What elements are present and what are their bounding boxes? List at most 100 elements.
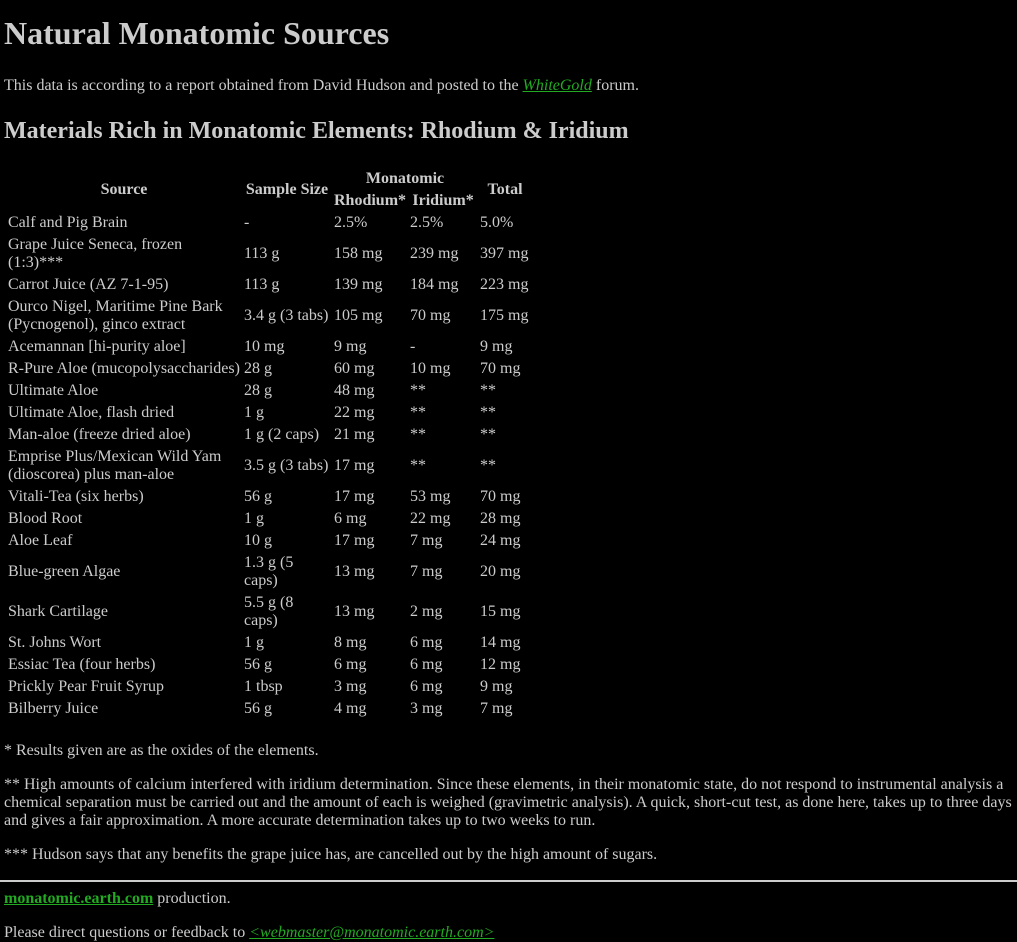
header-sample-size: Sample Size — [245, 181, 329, 198]
cell-sample-size: 113 g — [244, 245, 280, 262]
cell-rhodium: 48 mg — [334, 382, 375, 399]
table-row: Acemannan [hi-purity aloe] 10 mg 9 mg - 9 mg — [7, 337, 531, 357]
cell-source: Ultimate Aloe — [7, 381, 241, 401]
cell-total: 12 mg — [480, 656, 521, 673]
cell-total: 20 mg — [480, 563, 521, 580]
cell-rhodium: 17 mg — [334, 488, 375, 505]
cell-source-line: Ultimate Aloe — [8, 382, 99, 399]
cell-rhodium: 105 mg — [334, 307, 383, 324]
cell-iridium: ** — [410, 457, 427, 474]
table-row: Prickly Pear Fruit Syrup 1 tbsp 3 mg 6 mg 9 … — [7, 677, 531, 697]
cell-total: 15 mg — [480, 603, 521, 620]
cell-source: Acemannan [hi-purity aloe] — [7, 337, 241, 357]
table-row: Blood Root 1 g 6 mg 22 mg 28 mg — [7, 509, 531, 529]
cell-source: Carrot Juice (AZ 7-1-95) — [7, 275, 241, 295]
cell-source-line: Man-aloe (freeze dried aloe) — [8, 426, 191, 443]
webmaster-email-link[interactable]: <webmaster@monatomic.earth.com> — [249, 924, 494, 941]
cell-rhodium: 6 mg — [334, 656, 367, 673]
cell-source: Emprise Plus/Mexican Wild Yam (dioscorea)… — [7, 447, 241, 485]
cell-source: Aloe Leaf — [7, 531, 241, 551]
cell-sample-size: 56 g — [244, 488, 272, 505]
table-row: Bilberry Juice 56 g 4 mg 3 mg 7 mg — [7, 699, 531, 719]
cell-source-line: Ultimate Aloe, flash dried — [8, 404, 175, 421]
whitegold-forum-link[interactable]: WhiteGold — [523, 77, 592, 94]
cell-source-line: R-Pure Aloe (mucopolysaccharides) — [8, 360, 240, 377]
cell-iridium: 2.5% — [410, 214, 444, 231]
cell-source: Ultimate Aloe, flash dried — [7, 403, 241, 423]
cell-rhodium: 21 mg — [334, 426, 375, 443]
footer-contact: Please direct questions or feedback to <… — [4, 924, 1017, 942]
cell-sample-size: 3.5 g (3 tabs) — [244, 457, 329, 474]
cell-source: Man-aloe (freeze dried aloe) — [7, 425, 241, 445]
cell-source: Essiac Tea (four herbs) — [7, 655, 241, 675]
cell-total: ** — [480, 457, 497, 474]
cell-iridium: 3 mg — [410, 700, 443, 717]
cell-iridium: 7 mg — [410, 532, 443, 549]
cell-total: 223 mg — [480, 276, 529, 293]
cell-source-line: Carrot Juice (AZ 7-1-95) — [8, 276, 169, 293]
notes: * Results given are as the oxides of the… — [4, 742, 1017, 864]
cell-rhodium: 4 mg — [334, 700, 367, 717]
cell-rhodium: 2.5% — [334, 214, 368, 231]
header-total: Total — [487, 181, 523, 198]
cell-iridium: 184 mg — [410, 276, 459, 293]
cell-total: ** — [480, 426, 497, 443]
page: Natural Monatomic Sources This data is a… — [0, 15, 1017, 942]
cell-sample-size: 10 g — [244, 532, 272, 549]
cell-source: Bilberry Juice — [7, 699, 241, 719]
table-row: Blue-green Algae 1.3 g (5 caps) 13 mg 7 mg 2… — [7, 553, 531, 591]
cell-source-line: Aloe Leaf — [8, 532, 73, 549]
cell-sample-size: 1 g (2 caps) — [244, 426, 320, 443]
cell-iridium: 10 mg — [410, 360, 451, 377]
cell-rhodium: 13 mg — [334, 603, 375, 620]
cell-source: Vitali-Tea (six herbs) — [7, 487, 241, 507]
cell-source-line: Acemannan [hi-purity aloe] — [8, 338, 186, 355]
cell-iridium: 7 mg — [410, 563, 443, 580]
cell-total: 70 mg — [480, 360, 521, 377]
cell-source-line: Blue-green Algae — [8, 563, 121, 580]
site-link[interactable]: monatomic.earth.com — [4, 890, 153, 907]
cell-source-line: Blood Root — [8, 510, 83, 527]
cell-total: 14 mg — [480, 634, 521, 651]
cell-sample-size: 28 g — [244, 382, 272, 399]
section-title: Materials Rich in Monatomic Elements: Rh… — [4, 118, 629, 144]
cell-total: 175 mg — [480, 307, 529, 324]
header-rhodium: Rhodium* — [334, 192, 407, 209]
cell-source: R-Pure Aloe (mucopolysaccharides) — [7, 359, 241, 379]
cell-sample-size: 3.4 g (3 tabs) — [244, 307, 329, 324]
site-suffix: production. — [153, 890, 231, 907]
table-row: Ourco Nigel, Maritime Pine Bark (Pycnogen… — [7, 297, 531, 335]
cell-source-line: Prickly Pear Fruit Syrup — [8, 678, 164, 695]
cell-sample-size: 1.3 g (5 caps) — [244, 554, 294, 589]
cell-total: 28 mg — [480, 510, 521, 527]
cell-total: ** — [480, 404, 497, 421]
table-row: Grape Juice Seneca, frozen (1:3)*** 113 g… — [7, 235, 531, 273]
cell-total: 9 mg — [480, 338, 513, 355]
header-source: Source — [100, 181, 148, 198]
cell-source-line: Calf and Pig Brain — [8, 214, 128, 231]
table-row: Essiac Tea (four herbs) 56 g 6 mg 6 mg 12 mg — [7, 655, 531, 675]
cell-sample-size: 1 g — [244, 510, 264, 527]
intro-suffix: forum. — [591, 77, 639, 94]
table-row: St. Johns Wort 1 g 8 mg 6 mg 14 mg — [7, 633, 531, 653]
cell-rhodium: 22 mg — [334, 404, 375, 421]
cell-sample-size: 5.5 g (8 caps) — [244, 594, 294, 629]
cell-iridium: 70 mg — [410, 307, 451, 324]
cell-iridium: ** — [410, 426, 427, 443]
cell-sample-size: 1 tbsp — [244, 678, 283, 695]
table-body: Calf and Pig Brain - 2.5% 2.5% 5.0% Grape Jui… — [7, 213, 531, 719]
cell-source: Grape Juice Seneca, frozen (1:3)*** — [7, 235, 241, 273]
cell-sample-size: 1 g — [244, 404, 264, 421]
table-row: Ultimate Aloe, flash dried 1 g 22 mg ** ** — [7, 403, 531, 423]
cell-source-line: Grape Juice Seneca, frozen (1:3)*** — [8, 236, 183, 271]
cell-rhodium: 17 mg — [334, 532, 375, 549]
intro-paragraph: This data is according to a report obtai… — [4, 77, 1017, 95]
cell-iridium: ** — [410, 382, 427, 399]
cell-iridium: 6 mg — [410, 678, 443, 695]
cell-source: Blue-green Algae — [7, 553, 241, 591]
cell-iridium: 22 mg — [410, 510, 451, 527]
contact-prefix: Please direct questions or feedback to — [4, 924, 250, 941]
table-row: Shark Cartilage 5.5 g (8 caps) 13 mg 2 mg 15… — [7, 593, 531, 631]
cell-total: ** — [480, 382, 497, 399]
cell-sample-size: 113 g — [244, 276, 280, 293]
